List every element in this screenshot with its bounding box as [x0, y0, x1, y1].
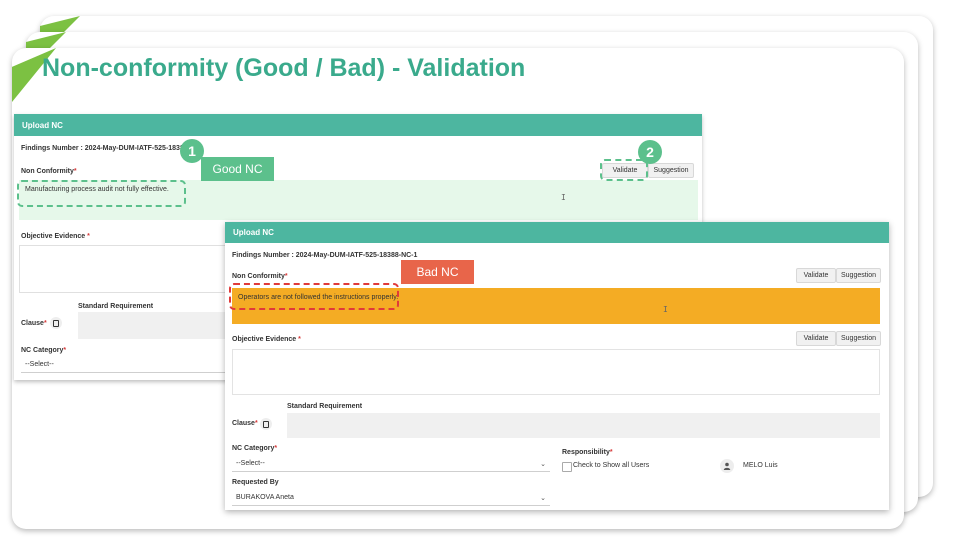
text-cursor-icon: I: [663, 305, 668, 314]
standard-requirement-label: Standard Requirement: [287, 403, 363, 410]
panel-header: Upload NC: [225, 222, 889, 243]
upload-nc-panel-bad: Upload NC Findings Number : 2024-May-DUM…: [225, 222, 889, 510]
suggestion-button[interactable]: Suggestion: [648, 163, 694, 178]
requested-by-selected: BURAKOVA Aneta: [236, 494, 294, 501]
nc-label: Non Conformity*: [232, 273, 288, 280]
evidence-label: Objective Evidence *: [232, 336, 301, 343]
nc-category-select[interactable]: --Select-- ⌄: [232, 456, 550, 472]
nc-category-select[interactable]: --Select--: [21, 357, 231, 373]
chevron-down-icon: ⌄: [540, 460, 546, 468]
good-nc-highlight: [17, 180, 186, 207]
page-title: Non-conformity (Good / Bad) - Validation: [42, 54, 526, 82]
user-avatar-icon: [720, 459, 734, 473]
validate-button[interactable]: Validate: [796, 268, 836, 283]
requested-by-label: Requested By: [232, 479, 279, 486]
clipboard-icon[interactable]: [50, 317, 62, 329]
standard-requirement-label: Standard Requirement: [78, 303, 154, 310]
bad-nc-tag: Bad NC: [401, 260, 474, 284]
clause-label: Clause*: [232, 420, 258, 427]
nc-category-label: NC Category*: [21, 347, 67, 354]
standard-requirement-field[interactable]: [78, 312, 231, 339]
findings-number: Findings Number : 2024-May-DUM-IATF-525-…: [21, 145, 188, 152]
chevron-down-icon: ⌄: [540, 494, 546, 502]
evidence-suggestion-button[interactable]: Suggestion: [836, 331, 881, 346]
requested-by-select[interactable]: BURAKOVA Aneta ⌄: [232, 490, 550, 506]
evidence-label: Objective Evidence *: [21, 233, 90, 240]
nc-category-selected: --Select--: [25, 361, 54, 368]
user-name: MELO Luis: [743, 462, 778, 469]
bad-nc-highlight: [229, 283, 399, 310]
clipboard-icon[interactable]: [260, 418, 272, 430]
findings-number: Findings Number : 2024-May-DUM-IATF-525-…: [232, 252, 418, 259]
nc-label: Non Conformity*: [21, 168, 77, 175]
evidence-textarea[interactable]: [232, 349, 880, 395]
clause-label: Clause*: [21, 320, 47, 327]
show-all-users-label: Check to Show all Users: [573, 462, 650, 469]
standard-requirement-field[interactable]: [287, 413, 880, 438]
nc-category-selected: --Select--: [236, 460, 265, 467]
evidence-textarea[interactable]: [19, 245, 231, 293]
text-cursor-icon: I: [561, 193, 566, 202]
show-all-users-checkbox[interactable]: [562, 462, 572, 472]
suggestion-button[interactable]: Suggestion: [836, 268, 881, 283]
panel-header: Upload NC: [14, 114, 702, 136]
nc-category-label: NC Category*: [232, 445, 278, 452]
validate-highlight: [600, 159, 648, 181]
evidence-validate-button[interactable]: Validate: [796, 331, 836, 346]
good-nc-tag: Good NC: [201, 157, 274, 181]
responsibility-label: Responsibility*: [562, 449, 613, 456]
